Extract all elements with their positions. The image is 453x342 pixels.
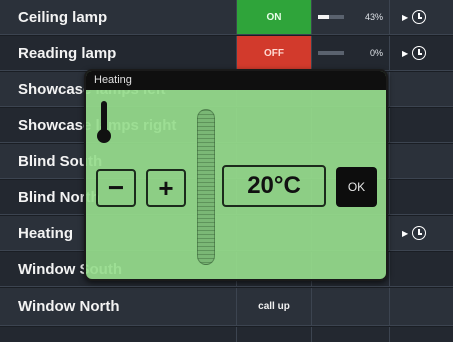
device-name: Ceiling lamp [0,0,237,34]
dimmer-percent: 43% [364,12,383,22]
thermometer-icon [97,101,111,143]
timer-cell [390,327,453,342]
thermometer-bulb [97,129,111,143]
state-cell [237,327,312,342]
temperature-slider[interactable] [197,109,215,265]
play-triangle-icon: ▶ [402,48,409,58]
timer-button[interactable]: ▶ [390,36,453,70]
clock-icon [412,46,427,60]
timer-cell [390,180,453,214]
device-name: Window North [0,288,237,325]
dimmer-bar [318,15,344,19]
device-row-window-north[interactable]: Window North call up [0,288,453,326]
temperature-display: 20°C [222,165,326,207]
dimmer-percent: 0% [369,48,383,58]
device-row-ceiling-lamp[interactable]: Ceiling lamp ON 43% ▶ [0,0,453,35]
dialog-title: Heating [86,71,386,90]
clock-icon [412,226,427,240]
device-name [0,327,237,342]
timer-cell [390,288,453,325]
decrease-temperature-button[interactable]: − [96,169,136,207]
level-cell [312,327,390,342]
timer-cell [390,144,453,178]
clock-icon [412,10,427,24]
increase-temperature-button[interactable]: + [146,169,186,207]
dimmer-level[interactable]: 0% [312,36,390,70]
timer-button[interactable]: ▶ [390,216,453,250]
device-row-partial [0,327,453,342]
heating-dialog: Heating − + 20°C OK [84,69,388,281]
on-button[interactable]: ON [237,0,312,34]
dimmer-level[interactable]: 43% [312,0,390,34]
call-up-button[interactable]: call up [237,288,312,325]
timer-button[interactable]: ▶ [390,0,453,34]
dimmer-bar [318,51,344,55]
timer-cell [390,72,453,106]
timer-cell [390,108,453,142]
level-cell [312,288,390,325]
dimmer-fill [318,15,330,19]
play-triangle-icon: ▶ [402,228,409,238]
off-button[interactable]: OFF [237,36,312,70]
device-row-reading-lamp[interactable]: Reading lamp OFF 0% ▶ [0,36,453,71]
device-name: Reading lamp [0,36,237,70]
timer-cell [390,252,453,286]
play-triangle-icon: ▶ [402,12,409,22]
ok-button[interactable]: OK [336,167,377,207]
